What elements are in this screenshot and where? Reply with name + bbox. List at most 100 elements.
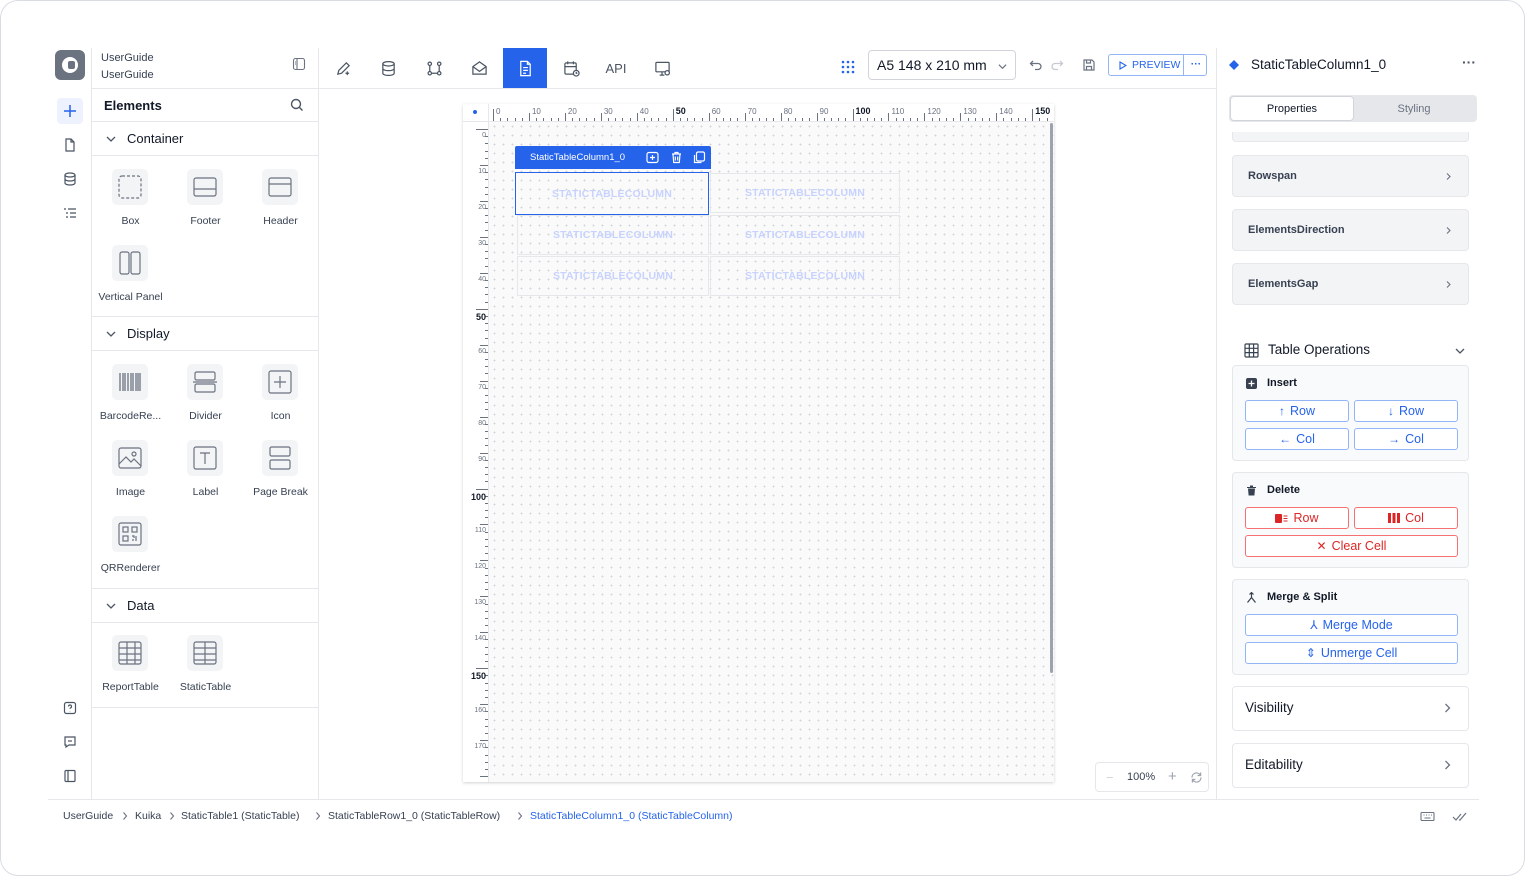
mail-icon[interactable] bbox=[457, 48, 501, 88]
delete-section: Delete Row Col ✕ Clear Cell bbox=[1232, 472, 1469, 568]
ruler-tick bbox=[874, 118, 876, 121]
app-logo-icon[interactable] bbox=[55, 50, 85, 80]
element-header[interactable]: Header bbox=[243, 169, 318, 239]
insert-col-right-button[interactable]: → Col bbox=[1354, 428, 1458, 450]
table-cell[interactable]: STATICTABLECOLUMN bbox=[710, 173, 900, 213]
section-container[interactable]: Container bbox=[92, 122, 319, 156]
section-display[interactable]: Display bbox=[92, 317, 319, 351]
tab-properties[interactable]: Properties bbox=[1231, 97, 1353, 120]
add-element-icon[interactable] bbox=[57, 98, 83, 124]
element-report-table[interactable]: ReportTable bbox=[93, 635, 168, 705]
table-cell[interactable]: STATICTABLECOLUMN bbox=[517, 215, 709, 255]
element-divider[interactable]: Divider bbox=[168, 364, 243, 434]
ruler-tick bbox=[485, 589, 488, 591]
tab-styling[interactable]: Styling bbox=[1353, 97, 1475, 120]
element-static-table[interactable]: StaticTable bbox=[168, 635, 243, 705]
property-elements-gap[interactable]: ElementsGap bbox=[1232, 263, 1469, 305]
chevron-right-icon bbox=[316, 812, 321, 820]
design-canvas[interactable]: 0 10 20 30 40 50 60 70 80 90 100 110 120 130 140 150 0 1… bbox=[319, 89, 1216, 799]
insert-row-below-button[interactable]: ↓ Row bbox=[1354, 400, 1458, 422]
delete-col-button[interactable]: Col bbox=[1354, 507, 1458, 529]
ruler-tick bbox=[658, 118, 660, 121]
property-editability[interactable]: Editability bbox=[1232, 743, 1469, 788]
keyboard-icon[interactable] bbox=[1420, 810, 1435, 823]
ruler-tick bbox=[643, 118, 645, 121]
property-elements-direction[interactable]: ElementsDirection bbox=[1232, 209, 1469, 251]
chat-icon[interactable] bbox=[57, 729, 83, 755]
table-cell[interactable]: STATICTABLECOLUMN bbox=[710, 215, 900, 255]
preview-more-button[interactable]: ··· bbox=[1187, 55, 1205, 73]
component-icon bbox=[1229, 60, 1239, 70]
document-icon[interactable] bbox=[503, 48, 547, 88]
trash-icon[interactable] bbox=[670, 151, 683, 164]
insert-row-above-button[interactable]: ↑ Row bbox=[1245, 400, 1349, 422]
page-size-select[interactable]: A5 148 x 210 mm bbox=[868, 50, 1016, 80]
preview-button[interactable]: PREVIEW ··· bbox=[1108, 54, 1207, 76]
copy-icon[interactable] bbox=[693, 151, 706, 164]
monitor-settings-icon[interactable] bbox=[640, 48, 684, 88]
file-icon[interactable] bbox=[57, 132, 83, 158]
breadcrumb-item[interactable]: StaticTableRow1_0 (StaticTableRow) bbox=[328, 810, 500, 822]
element-qr[interactable]: QRRenderer bbox=[93, 516, 168, 586]
element-label-item[interactable]: Label bbox=[168, 440, 243, 510]
element-box[interactable]: Box bbox=[93, 169, 168, 239]
properties-scroll-area[interactable]: Rowspan ElementsDirection ElementsGap Ta… bbox=[1229, 132, 1481, 799]
ruler-tick bbox=[485, 510, 488, 512]
list-icon[interactable] bbox=[57, 200, 83, 226]
redo-icon[interactable] bbox=[1050, 58, 1064, 72]
zoom-in-button[interactable]: + bbox=[1168, 768, 1177, 785]
undo-icon[interactable] bbox=[1029, 58, 1043, 72]
element-barcode[interactable]: BarcodeRe... bbox=[93, 364, 168, 434]
element-page-break[interactable]: Page Break bbox=[243, 440, 318, 510]
refresh-icon[interactable] bbox=[1190, 771, 1203, 784]
help-icon[interactable] bbox=[57, 695, 83, 721]
element-image[interactable]: Image bbox=[93, 440, 168, 510]
ruler-tick bbox=[780, 113, 782, 121]
ruler-label: 90 bbox=[478, 455, 486, 463]
ruler-tick bbox=[485, 474, 488, 476]
element-footer[interactable]: Footer bbox=[168, 169, 243, 239]
calendar-icon[interactable] bbox=[549, 48, 593, 88]
ruler-tick bbox=[701, 118, 703, 121]
property-group-collapsed[interactable] bbox=[1232, 132, 1469, 142]
breadcrumb-item[interactable]: Kuika bbox=[135, 810, 161, 822]
section-title: Display bbox=[127, 326, 170, 341]
breadcrumb-item[interactable]: UserGuide bbox=[63, 810, 113, 822]
add-box-icon[interactable] bbox=[646, 151, 659, 164]
table-cell[interactable]: STATICTABLECOLUMN bbox=[710, 256, 900, 296]
element-vertical-panel[interactable]: Vertical Panel bbox=[93, 245, 168, 315]
search-icon[interactable] bbox=[290, 98, 304, 112]
insert-col-left-button[interactable]: ← Col bbox=[1245, 428, 1349, 450]
property-label: Visibility bbox=[1245, 700, 1294, 715]
unmerge-cell-button[interactable]: ⇕ Unmerge Cell bbox=[1245, 642, 1458, 664]
delete-row-button[interactable]: Row bbox=[1245, 507, 1349, 529]
breadcrumb-item[interactable]: StaticTable1 (StaticTable) bbox=[181, 810, 299, 822]
table-cell[interactable]: STATICTABLECOLUMN bbox=[517, 256, 709, 296]
element-icon[interactable]: Icon bbox=[243, 364, 318, 434]
ruler-tick bbox=[485, 294, 488, 296]
more-options-button[interactable]: ··· bbox=[1462, 54, 1476, 70]
database-icon[interactable] bbox=[57, 166, 83, 192]
section-data[interactable]: Data bbox=[92, 589, 319, 623]
breadcrumb-current[interactable]: StaticTableColumn1_0 (StaticTableColumn) bbox=[530, 810, 733, 822]
ruler-label: 150 bbox=[470, 671, 486, 682]
zoom-out-button[interactable]: − bbox=[1106, 770, 1114, 785]
table-operations-header[interactable]: Table Operations bbox=[1244, 341, 1469, 361]
book-icon[interactable] bbox=[57, 763, 83, 789]
property-visibility[interactable]: Visibility bbox=[1232, 686, 1469, 731]
edit-icon[interactable] bbox=[321, 48, 365, 88]
panel-toggle-icon[interactable] bbox=[292, 57, 306, 71]
clear-cell-button[interactable]: ✕ Clear Cell bbox=[1245, 535, 1458, 557]
merge-mode-button[interactable]: ⅄ Merge Mode bbox=[1245, 614, 1458, 636]
api-button[interactable]: API bbox=[594, 48, 638, 88]
table-cell[interactable]: STATICTABLECOLUMN bbox=[515, 172, 709, 215]
workflow-icon[interactable] bbox=[412, 48, 456, 88]
vertical-scrollbar[interactable] bbox=[1050, 123, 1053, 673]
property-rowspan[interactable]: Rowspan bbox=[1232, 155, 1469, 197]
grid-icon[interactable] bbox=[839, 58, 857, 76]
check-all-icon[interactable] bbox=[1452, 810, 1467, 823]
datasource-icon[interactable] bbox=[366, 48, 410, 88]
save-icon[interactable] bbox=[1082, 58, 1096, 72]
ruler-tick bbox=[485, 222, 488, 224]
ruler-label: 110 bbox=[474, 527, 486, 535]
